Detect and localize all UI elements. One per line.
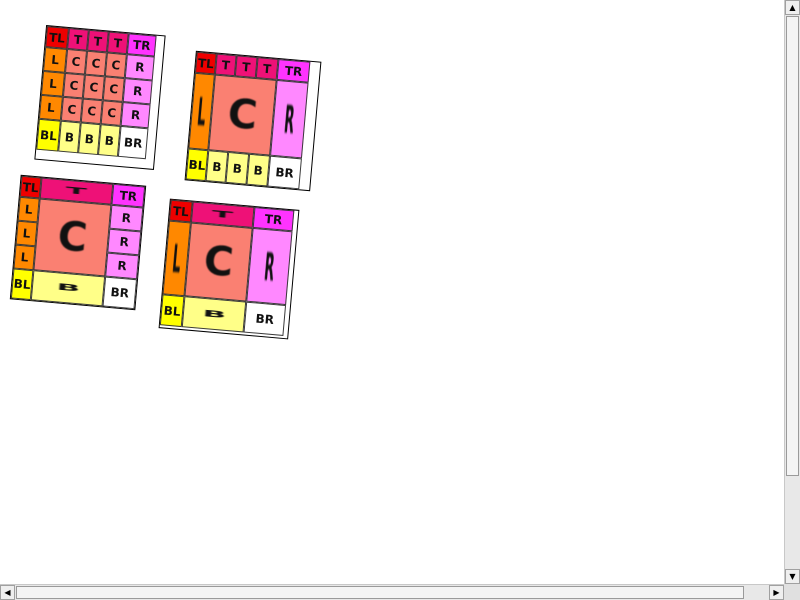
cell-r: R <box>124 54 155 81</box>
cell-bl: BL <box>159 294 185 328</box>
cell-c-stretched: C <box>33 198 112 277</box>
cell-l: L <box>41 70 66 97</box>
vertical-scrollbar[interactable]: ▲ ▼ <box>784 0 800 584</box>
cell-l: L <box>15 220 38 247</box>
cell-br: BR <box>243 301 287 336</box>
cell-c: C <box>84 50 107 77</box>
cell-br: BR <box>117 125 149 160</box>
scroll-left-button[interactable]: ◀ <box>0 585 15 600</box>
cell-t: T <box>234 55 258 79</box>
cell-r: R <box>109 204 144 232</box>
cell-t: T <box>214 53 237 77</box>
cell-tr: TR <box>276 58 311 83</box>
cell-r: R <box>107 228 142 256</box>
chevron-down-icon: ▼ <box>789 572 796 581</box>
cell-r-stretched: R <box>270 79 309 159</box>
cell-b-label: B <box>55 282 81 295</box>
horizontal-scroll-thumb[interactable] <box>16 586 744 599</box>
scroll-right-button[interactable]: ▶ <box>769 585 784 600</box>
border-image-grid-3: TL T TR L C R L R L R BL B BR <box>9 174 147 311</box>
cell-c: C <box>65 48 88 75</box>
vertical-scroll-thumb[interactable] <box>786 16 799 476</box>
cell-c: C <box>100 100 123 126</box>
cell-tr: TR <box>111 183 146 208</box>
cell-br: BR <box>267 155 302 190</box>
border-image-grid-1: TL T T T TR L C C C R L C C C R L C C C … <box>34 25 166 170</box>
cell-t: T <box>67 28 89 51</box>
horizontal-scrollbar[interactable]: ◀ ▶ <box>0 584 784 600</box>
cell-b: B <box>225 151 250 185</box>
chevron-left-icon: ◀ <box>4 588 11 597</box>
cell-t-label: T <box>65 185 88 197</box>
cell-bl: BL <box>185 148 209 182</box>
chevron-right-icon: ▶ <box>773 588 780 597</box>
border-image-grid-2: TL T T T TR L C R BL B B B BR <box>184 50 322 192</box>
cell-c-label: C <box>225 90 260 140</box>
cell-b: B <box>97 124 121 157</box>
cell-c: C <box>80 98 103 125</box>
scrollbar-corner <box>784 584 800 600</box>
cell-c: C <box>102 76 125 102</box>
cell-t-label: T <box>211 209 234 221</box>
cell-c-label: C <box>201 237 236 287</box>
chevron-up-icon: ▲ <box>789 3 796 12</box>
cell-l-label: L <box>195 88 208 135</box>
cell-l: L <box>43 47 68 73</box>
cell-b: B <box>205 150 229 183</box>
cell-b: B <box>246 153 271 187</box>
cell-l: L <box>38 94 63 121</box>
cell-b-label: B <box>201 308 227 321</box>
cell-l: L <box>17 196 40 223</box>
border-image-grid-4: TL T TR L C R BL B BR <box>158 198 300 340</box>
cell-c: C <box>104 52 127 79</box>
cell-c-label: C <box>55 213 90 262</box>
page-viewport: TL T T T TR L C C C R L C C C R L C C C … <box>0 0 784 584</box>
cell-t: T <box>87 29 109 53</box>
cell-r: R <box>122 78 153 105</box>
cell-br: BR <box>102 276 138 310</box>
cell-c-stretched: C <box>184 222 253 302</box>
cell-t: T <box>255 57 279 80</box>
cell-b-stretched: B <box>181 296 247 333</box>
cell-b: B <box>58 120 81 154</box>
cell-tr: TR <box>126 33 157 57</box>
cell-b-stretched: B <box>30 270 106 307</box>
cell-r: R <box>105 252 140 280</box>
scroll-down-button[interactable]: ▼ <box>785 569 800 584</box>
cell-r-stretched: R <box>246 227 293 306</box>
cell-tl: TL <box>45 26 69 49</box>
cell-tl: TL <box>194 51 217 75</box>
cell-t: T <box>106 31 129 55</box>
cell-l-label: L <box>170 235 183 282</box>
cell-tl: TL <box>168 199 193 223</box>
cell-r-label: R <box>262 243 277 290</box>
cell-bl: BL <box>10 268 34 301</box>
scroll-up-button[interactable]: ▲ <box>785 0 800 15</box>
cell-c: C <box>82 74 105 101</box>
cell-r-label: R <box>282 96 297 143</box>
cell-b: B <box>78 122 101 156</box>
cell-c-stretched: C <box>208 74 277 156</box>
cell-bl: BL <box>36 118 61 152</box>
cell-c: C <box>62 72 85 99</box>
cell-l: L <box>13 244 36 271</box>
cell-c: C <box>60 96 83 123</box>
cell-r: R <box>120 101 151 129</box>
cell-tl: TL <box>19 175 42 199</box>
